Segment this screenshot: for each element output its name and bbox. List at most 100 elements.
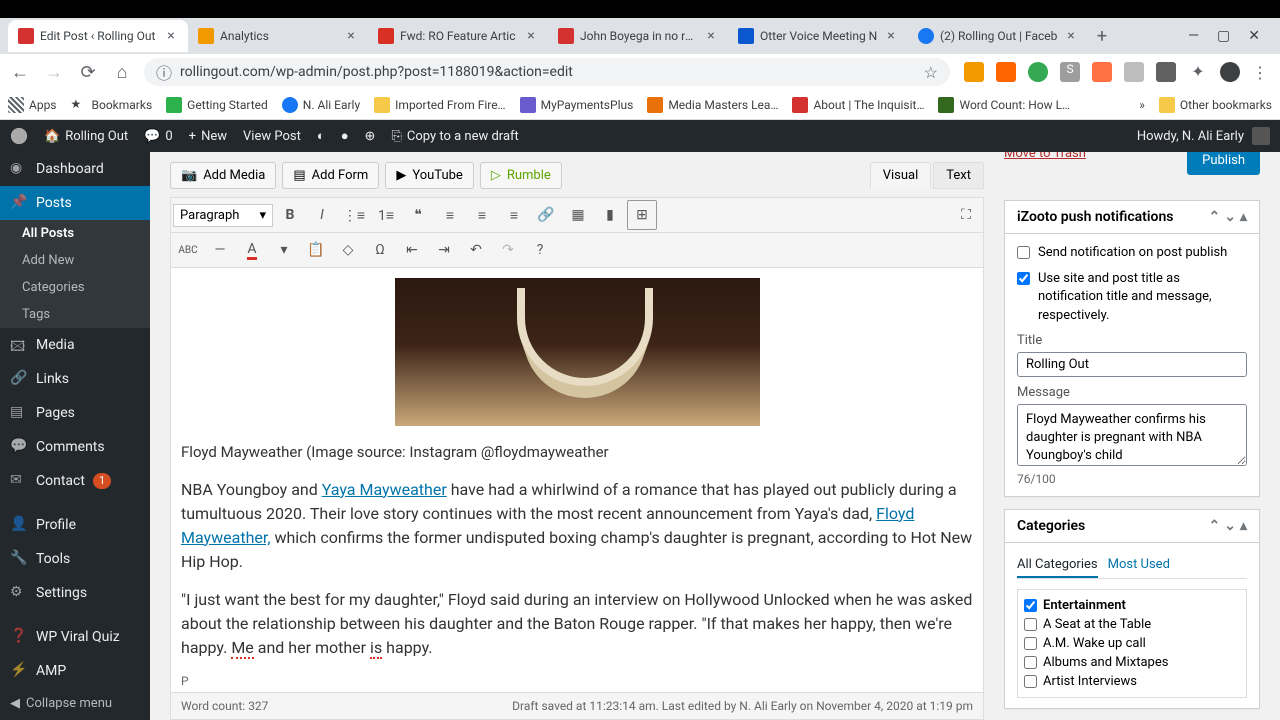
close-icon[interactable]: ×: [524, 29, 538, 43]
menu-settings[interactable]: ⚙Settings: [0, 576, 150, 610]
star-icon[interactable]: ☆: [924, 63, 938, 82]
hr-button[interactable]: —: [205, 235, 235, 265]
category-item[interactable]: Artist Interviews: [1024, 672, 1240, 691]
reload-icon[interactable]: ⟳: [76, 60, 100, 84]
extension-icon[interactable]: S: [1060, 62, 1080, 82]
tab-all-categories[interactable]: All Categories: [1017, 553, 1098, 578]
back-icon[interactable]: ←: [8, 60, 32, 84]
tab-most-used[interactable]: Most Used: [1108, 553, 1170, 578]
menu-media[interactable]: 🖾Media: [0, 328, 150, 362]
align-right-button[interactable]: ≡: [499, 200, 529, 230]
close-icon[interactable]: ×: [344, 29, 358, 43]
extension-icon[interactable]: [1156, 62, 1176, 82]
clear-formatting-button[interactable]: ◇: [333, 235, 363, 265]
send-notification-checkbox[interactable]: Send notification on post publish: [1017, 244, 1247, 262]
strikethrough-button[interactable]: ABC: [173, 235, 203, 265]
maximize-icon[interactable]: ▢: [1217, 28, 1230, 44]
admin-bar-icon[interactable]: ◐: [317, 128, 325, 144]
visual-tab[interactable]: Visual: [870, 162, 932, 189]
outdent-button[interactable]: ⇤: [397, 235, 427, 265]
publish-button[interactable]: Publish: [1187, 152, 1260, 175]
extension-icon[interactable]: [996, 62, 1016, 82]
bookmark-item[interactable]: MyPaymentsPlus: [520, 97, 634, 113]
extension-icon[interactable]: [1092, 62, 1112, 82]
submenu-tags[interactable]: Tags: [12, 301, 150, 328]
category-item[interactable]: A Seat at the Table: [1024, 615, 1240, 634]
browser-tab[interactable]: John Boyega in no rush ×: [548, 20, 728, 52]
collapse-menu[interactable]: ◀Collapse menu: [0, 688, 150, 719]
menu-comments[interactable]: 💬Comments: [0, 430, 150, 464]
chevron-down-icon[interactable]: ⌄: [1224, 209, 1236, 225]
copy-to-draft[interactable]: ⎘Copy to a new draft: [391, 129, 518, 144]
howdy-user[interactable]: Howdy, N. Ali Early: [1137, 129, 1244, 144]
bookmark-item[interactable]: Imported From Fire…: [374, 97, 505, 113]
browser-tab[interactable]: Otter Voice Meeting N ×: [728, 20, 908, 52]
avatar[interactable]: [1220, 62, 1240, 82]
menu-posts[interactable]: 📌Posts: [0, 186, 150, 220]
browser-tab[interactable]: (2) Rolling Out | Faceb ×: [908, 20, 1088, 52]
featured-image[interactable]: [395, 278, 760, 426]
submenu-categories[interactable]: Categories: [12, 274, 150, 301]
bullet-list-button[interactable]: ⋮≡: [339, 200, 369, 230]
minimize-icon[interactable]: —: [1188, 28, 1199, 44]
close-icon[interactable]: ×: [164, 29, 178, 43]
menu-contact[interactable]: ✉Contact1: [0, 464, 150, 498]
bookmark-item[interactable]: ★Bookmarks: [71, 97, 153, 113]
bookmark-item[interactable]: N. Ali Early: [282, 97, 360, 113]
notification-title-input[interactable]: [1017, 352, 1247, 377]
submenu-all-posts[interactable]: All Posts: [12, 220, 150, 247]
close-icon[interactable]: ×: [884, 29, 898, 43]
menu-amp[interactable]: ⚡AMP: [0, 654, 150, 688]
category-item[interactable]: Albums and Mixtapes: [1024, 653, 1240, 672]
format-select[interactable]: Paragraph▾: [173, 204, 273, 227]
chevron-up-icon[interactable]: ⌃: [1209, 209, 1221, 225]
link-button[interactable]: 🔗: [531, 200, 561, 230]
close-icon[interactable]: ×: [704, 29, 718, 43]
browser-tab[interactable]: Fwd: RO Feature Artic ×: [368, 20, 548, 52]
menu-viral-quiz[interactable]: ❓WP Viral Quiz: [0, 620, 150, 654]
redo-button[interactable]: ↷: [493, 235, 523, 265]
bookmark-item[interactable]: Getting Started: [166, 97, 268, 113]
close-icon[interactable]: ✕: [1248, 28, 1260, 44]
bookmark-item[interactable]: Media Masters Lea…: [647, 97, 778, 113]
add-form-button[interactable]: ▤Add Form: [282, 162, 379, 189]
avatar[interactable]: [1252, 127, 1270, 145]
category-item[interactable]: Entertainment: [1024, 596, 1240, 615]
menu-pages[interactable]: ▤Pages: [0, 396, 150, 430]
category-list[interactable]: EntertainmentA Seat at the TableA.M. Wak…: [1017, 589, 1247, 698]
bookmark-item[interactable]: About | The Inquisit…: [792, 97, 924, 113]
italic-button[interactable]: I: [307, 200, 337, 230]
extension-icon[interactable]: [1028, 62, 1048, 82]
special-char-button[interactable]: Ω: [365, 235, 395, 265]
undo-button[interactable]: ↶: [461, 235, 491, 265]
use-title-checkbox[interactable]: Use site and post title as notification …: [1017, 270, 1247, 325]
indent-button[interactable]: ⇥: [429, 235, 459, 265]
close-icon[interactable]: ×: [1064, 29, 1078, 43]
admin-bar-icon[interactable]: ●: [341, 128, 349, 144]
rumble-button[interactable]: ▷Rumble: [480, 162, 562, 189]
menu-dashboard[interactable]: ◉Dashboard: [0, 152, 150, 186]
link-yaya[interactable]: Yaya Mayweather: [322, 480, 447, 499]
submenu-add-new[interactable]: Add New: [12, 247, 150, 274]
home-icon[interactable]: ⌂: [110, 60, 134, 84]
caret-up-icon[interactable]: ▴: [1240, 518, 1247, 534]
site-name[interactable]: 🏠Rolling Out: [44, 129, 128, 144]
new-content[interactable]: +New: [189, 129, 227, 144]
bold-button[interactable]: B: [275, 200, 305, 230]
url-field[interactable]: ⓘ rollingout.com/wp-admin/post.php?post=…: [144, 58, 950, 86]
menu-tools[interactable]: 🔧Tools: [0, 542, 150, 576]
move-to-trash[interactable]: Move to Trash: [1004, 152, 1086, 161]
bookmark-overflow[interactable]: »: [1139, 98, 1145, 112]
align-center-button[interactable]: ≡: [467, 200, 497, 230]
category-item[interactable]: A.M. Wake up call: [1024, 634, 1240, 653]
chevron-up-icon[interactable]: ⌃: [1209, 518, 1221, 534]
text-color-button[interactable]: A: [237, 235, 267, 265]
text-tab[interactable]: Text: [933, 162, 984, 189]
browser-tab[interactable]: Edit Post ‹ Rolling Out ×: [8, 20, 188, 52]
add-media-button[interactable]: 📷Add Media: [170, 162, 276, 189]
extension-icon[interactable]: [1124, 62, 1144, 82]
admin-bar-icon[interactable]: ⊕: [365, 129, 376, 144]
wp-logo-icon[interactable]: [10, 127, 28, 145]
menu-icon[interactable]: ⋮: [1252, 63, 1268, 82]
bookmark-item[interactable]: Word Count: How L…: [938, 97, 1070, 113]
